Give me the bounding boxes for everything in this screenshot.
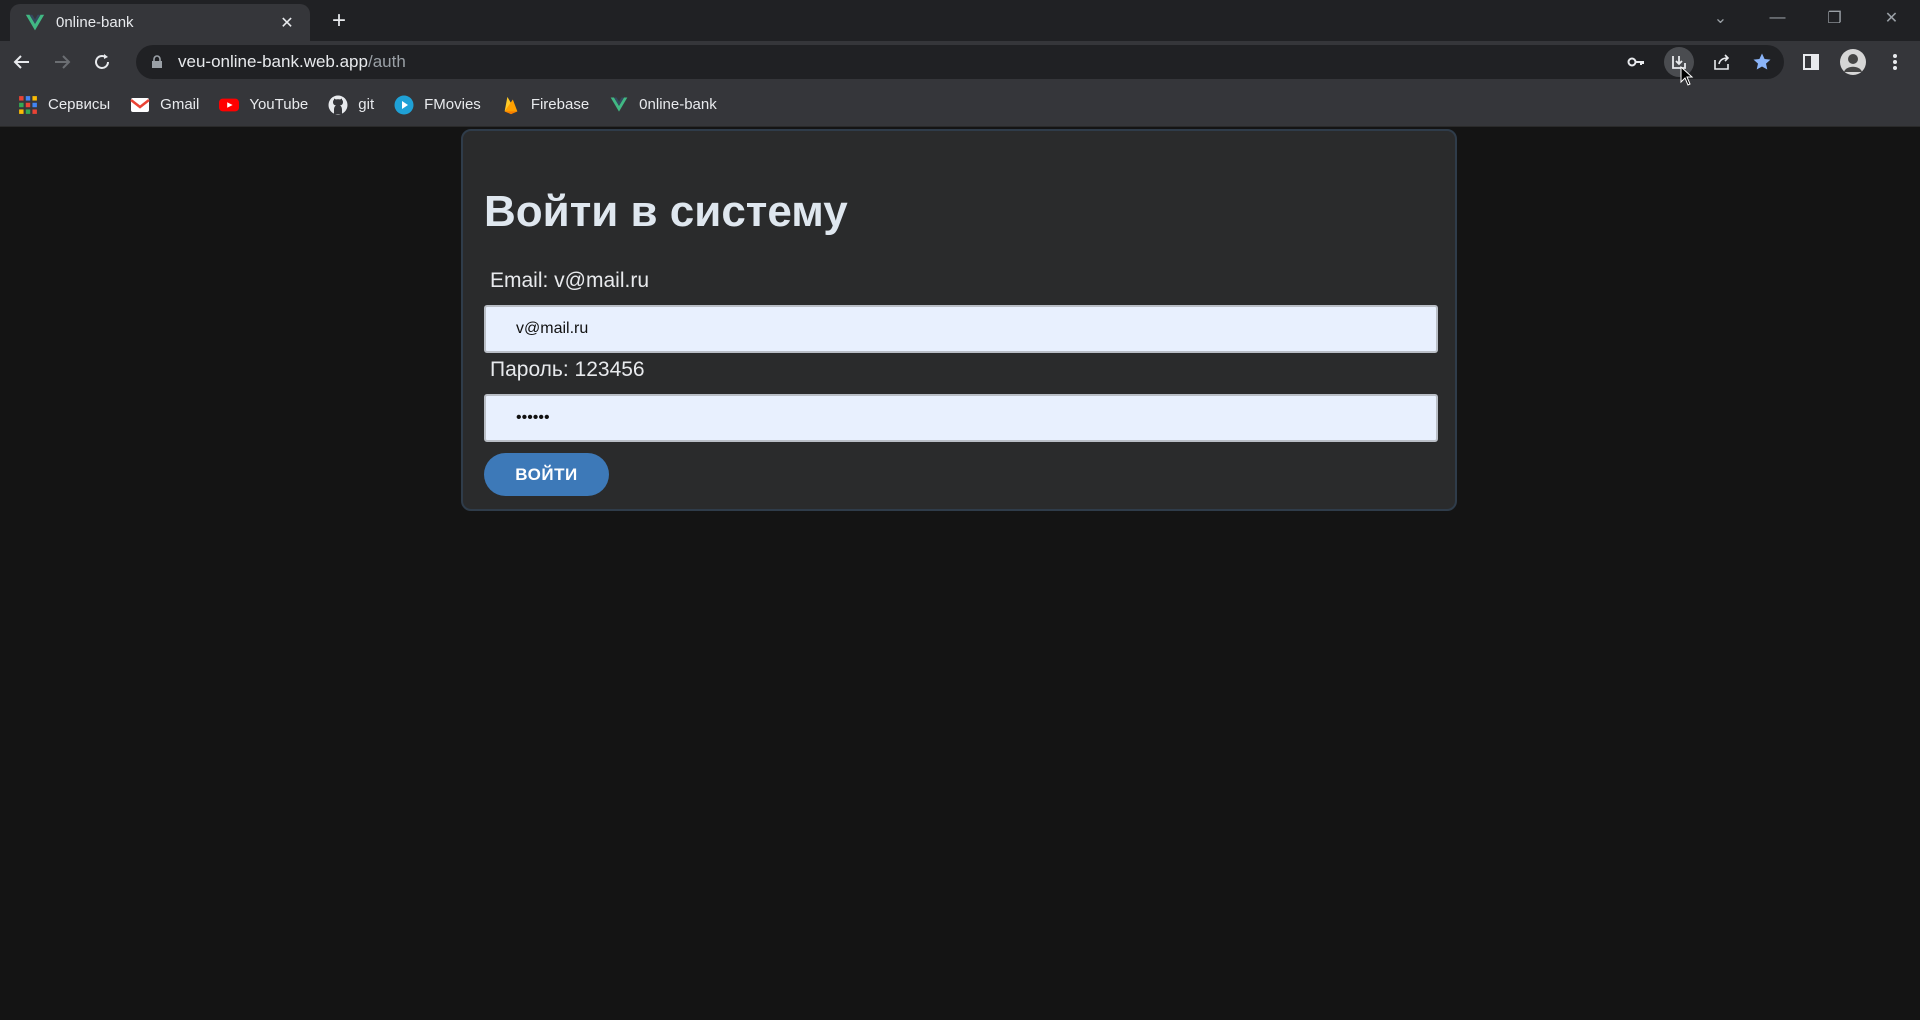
bookmark-services[interactable]: Сервисы — [18, 95, 110, 115]
email-label: Email: v@mail.ru — [490, 269, 650, 292]
tab-title: 0nline-bank — [56, 14, 134, 31]
apps-grid-icon — [19, 95, 37, 114]
address-bar[interactable]: veu-online-bank.web.app/auth — [136, 45, 1784, 79]
bookmark-label: 0nline-bank — [639, 96, 717, 113]
bookmark-online-bank[interactable]: 0nline-bank — [609, 95, 717, 115]
bookmark-label: Gmail — [160, 96, 200, 113]
bookmark-star-icon[interactable] — [1750, 50, 1774, 74]
bookmark-fmovies[interactable]: FMovies — [394, 95, 481, 115]
forward-icon[interactable] — [44, 44, 80, 80]
back-icon[interactable] — [4, 44, 40, 80]
tab-search-icon[interactable]: ⌄ — [1692, 0, 1749, 36]
bookmark-label: git — [358, 96, 375, 113]
login-button[interactable]: ВОЙТИ — [484, 453, 609, 496]
bookmark-firebase[interactable]: Firebase — [501, 95, 589, 115]
browser-tab-bar: 0nline-bank ✕ + ⌄ — ❐ ✕ — [0, 0, 1920, 41]
bookmark-youtube[interactable]: YouTube — [219, 95, 308, 115]
vue-icon — [610, 97, 628, 112]
bookmark-git[interactable]: git — [328, 95, 374, 115]
window-controls: ⌄ — ❐ ✕ — [1692, 0, 1920, 36]
bookmark-label: Firebase — [530, 96, 590, 113]
page-title: Войти в систему — [484, 187, 848, 236]
close-window-icon[interactable]: ✕ — [1863, 0, 1920, 36]
bookmark-label: FMovies — [424, 96, 481, 113]
browser-tab[interactable]: 0nline-bank ✕ — [10, 4, 310, 41]
close-tab-icon[interactable]: ✕ — [276, 12, 298, 34]
key-icon[interactable] — [1624, 50, 1648, 74]
email-field[interactable]: v@mail.ru — [484, 305, 1438, 353]
minimize-icon[interactable]: — — [1749, 0, 1806, 36]
url-text: veu-online-bank.web.app/auth — [178, 52, 406, 72]
youtube-icon — [219, 98, 240, 111]
browser-toolbar: veu-online-bank.web.app/auth — [0, 41, 1920, 83]
omnibox-actions — [1624, 45, 1774, 79]
bookmark-gmail[interactable]: Gmail — [130, 95, 199, 115]
side-panel-icon[interactable] — [1798, 49, 1824, 75]
restore-icon[interactable]: ❐ — [1806, 0, 1863, 36]
reload-icon[interactable] — [84, 44, 120, 80]
login-card: Войти в систему Email: v@mail.ru v@mail.… — [461, 129, 1457, 511]
bookmark-label: YouTube — [249, 96, 309, 113]
mouse-cursor-icon — [1680, 66, 1694, 86]
fmovies-icon — [394, 95, 414, 114]
bookmarks-bar: Сервисы Gmail YouTube git FMovies Fireba… — [0, 83, 1920, 127]
password-field[interactable]: •••••• — [484, 394, 1438, 442]
password-label: Пароль: 123456 — [490, 358, 645, 381]
vue-icon — [25, 14, 45, 30]
profile-avatar[interactable] — [1840, 49, 1866, 75]
url-host: veu-online-bank.web.app — [178, 52, 368, 71]
lock-icon[interactable] — [150, 55, 164, 69]
url-path: /auth — [367, 52, 406, 71]
toolbar-right-actions — [1798, 45, 1908, 79]
share-icon[interactable] — [1710, 50, 1734, 74]
bookmark-label: Сервисы — [48, 96, 111, 113]
github-icon — [328, 95, 348, 114]
menu-kebab-icon[interactable] — [1882, 49, 1908, 75]
new-tab-icon[interactable]: + — [326, 7, 352, 34]
firebase-icon — [504, 96, 518, 114]
gmail-icon — [130, 97, 150, 112]
page-content: Войти в систему Email: v@mail.ru v@mail.… — [0, 127, 1920, 1020]
